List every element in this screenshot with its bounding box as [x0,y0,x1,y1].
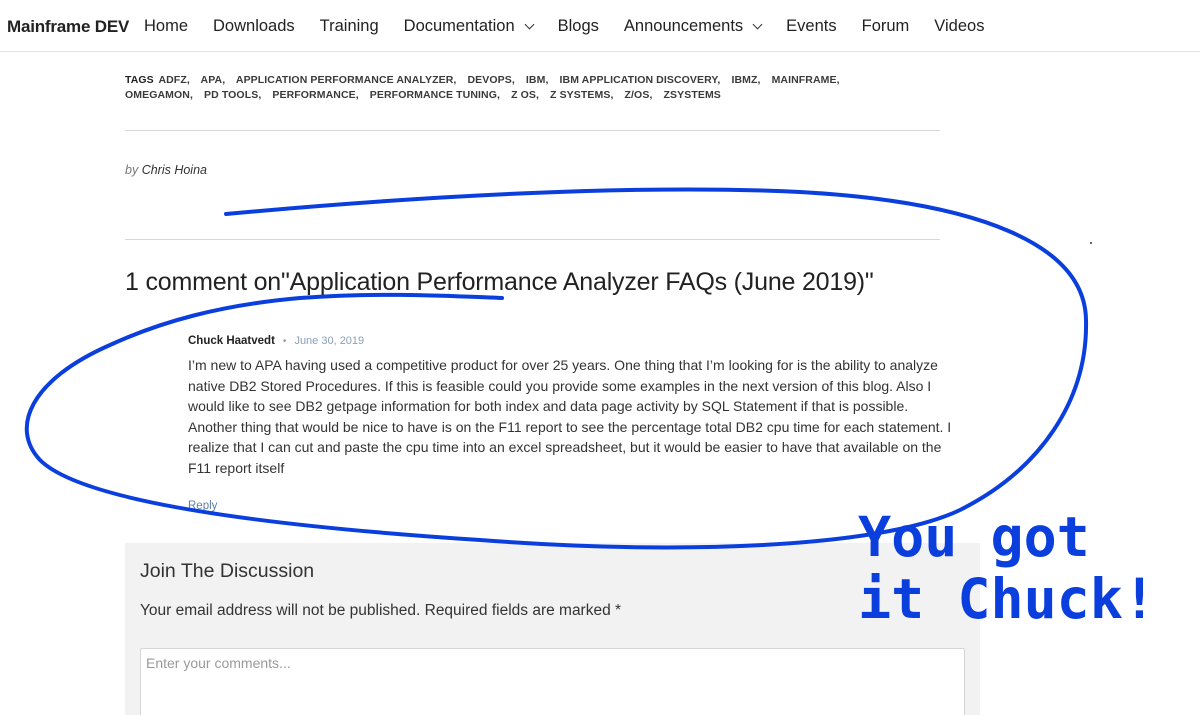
tag-link[interactable]: ZSYSTEMS [664,89,721,101]
nav-item-training[interactable]: Training [320,17,379,36]
annotation-line: it Chuck! [858,567,1157,631]
chevron-down-icon [524,19,535,30]
byline-prefix: by [125,163,139,177]
tag-link[interactable]: Z/OS [625,89,650,101]
nav-item-label: Forum [861,17,910,35]
nav-item-announcements[interactable]: Announcements [623,17,763,36]
post-byline: by Chris Hoina [125,163,207,177]
tags-label: TAGS [125,74,154,86]
author-link[interactable]: Chris Hoina [142,163,207,177]
nav-item-label: Downloads [213,17,295,35]
tag-link[interactable]: Z OS [511,89,536,101]
discussion-form: Join The Discussion Your email address w… [125,543,980,715]
site-brand[interactable]: Mainframe DEV [7,17,129,37]
divider [125,239,940,240]
tag-link[interactable]: IBM [526,74,546,86]
nav-item-events[interactable]: Events [786,17,836,36]
comment-separator: • [282,335,287,347]
required-fields-note: Your email address will not be published… [140,602,622,619]
nav-links: Home Downloads Training Documentation Bl… [144,17,1009,36]
tag-link[interactable]: DEVOPS [467,74,511,86]
nav-item-videos[interactable]: Videos [934,17,984,36]
comments-title: 1 comment on"Application Performance Ana… [125,268,874,296]
tag-link[interactable]: APPLICATION PERFORMANCE ANALYZER [236,74,454,86]
nav-item-label: Announcements [623,17,744,35]
nav-item-label: Training [319,17,379,35]
comment-input[interactable] [140,648,965,715]
tag-link[interactable]: IBMZ [731,74,757,86]
comment-header: Chuck Haatvedt • June 30, 2019 [188,335,364,347]
annotation-text: You got it Chuck! [858,506,1156,630]
tag-link[interactable]: IBM APPLICATION DISCOVERY [560,74,718,86]
nav-item-label: Events [786,17,837,35]
annotation-line: You got [858,505,1090,569]
comment-date[interactable]: June 30, 2019 [294,335,364,347]
nav-item-blogs[interactable]: Blogs [558,17,599,36]
top-navigation-bar: Mainframe DEV Home Downloads Training Do… [0,0,1200,52]
tag-link[interactable]: OMEGAMON [125,89,190,101]
nav-item-forum[interactable]: Forum [862,17,910,36]
reply-link[interactable]: Reply [188,500,217,512]
tag-link[interactable]: PD TOOLS [204,89,258,101]
comment-body: I’m new to APA having used a competitive… [188,357,952,476]
stray-dot [1090,242,1092,244]
nav-item-downloads[interactable]: Downloads [213,17,295,36]
tag-link[interactable]: MAINFRAME [772,74,837,86]
nav-item-label: Blogs [557,17,599,35]
tag-link[interactable]: Z SYSTEMS [550,89,610,101]
tag-link[interactable]: PERFORMANCE [272,89,355,101]
post-tags: TAGS ADFZ, APA, APPLICATION PERFORMANCE … [125,74,840,101]
tag-link[interactable]: PERFORMANCE TUNING [370,89,497,101]
tag-link[interactable]: ADFZ [158,74,186,86]
nav-item-label: Home [144,17,189,35]
nav-item-home[interactable]: Home [144,17,188,36]
nav-item-documentation[interactable]: Documentation [403,17,535,36]
nav-item-label: Documentation [403,17,515,35]
discussion-title: Join The Discussion [140,560,315,582]
tag-link[interactable]: APA [201,74,223,86]
chevron-down-icon [752,19,763,30]
divider [125,130,940,131]
nav-item-label: Videos [934,17,985,35]
comment-author: Chuck Haatvedt [188,335,275,347]
